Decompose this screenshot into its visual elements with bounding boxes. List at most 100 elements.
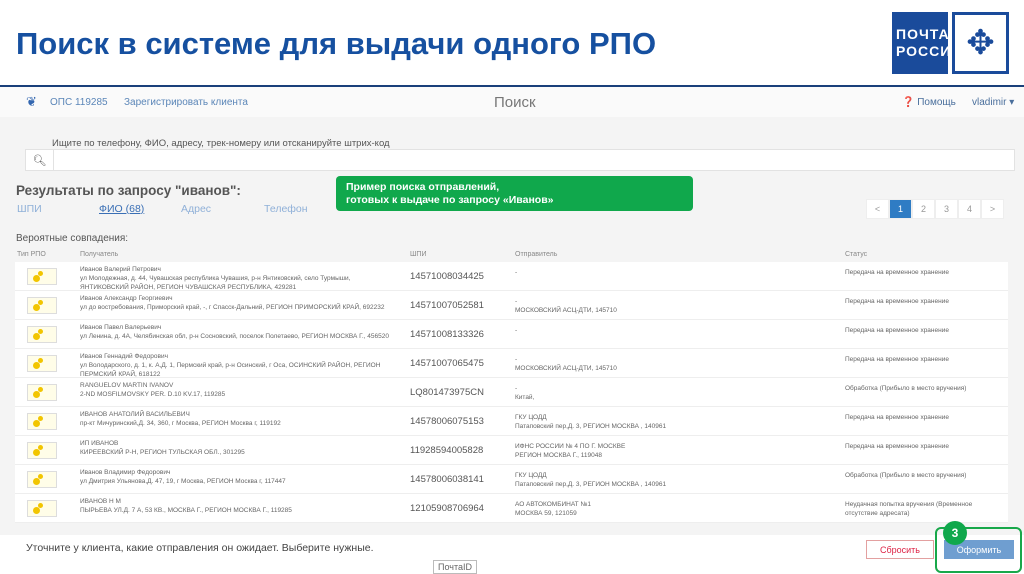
sender-address: МОСКВА 59, 121059 bbox=[515, 510, 577, 517]
sender-address: МОСКОВСКИЙ АСЦ-ДТИ, 145710 bbox=[515, 307, 617, 314]
table-row[interactable]: Иванов Павел Валерьевич ул Ленина, д. 4А,… bbox=[15, 320, 1008, 349]
results-heading: Результаты по запросу "иванов": bbox=[16, 183, 241, 198]
sender-address: Китай, bbox=[515, 394, 535, 401]
recipient-name: RANGUELOV MARTIN IVANOV bbox=[80, 382, 174, 389]
recipient-address: пр-кт Мичуринский,Д. 34, 360, г Москва, … bbox=[80, 420, 281, 427]
recipient-address: ул до востребования, Приморский край, -,… bbox=[80, 304, 385, 311]
eagle-emblem-icon: ✥ bbox=[952, 12, 1009, 74]
page-4[interactable]: 4 bbox=[958, 199, 981, 219]
ops-link[interactable]: ОПС 119285 bbox=[50, 97, 108, 108]
eagle-icon: ❦ bbox=[26, 94, 37, 109]
page-prev[interactable]: < bbox=[866, 199, 889, 219]
table-row[interactable]: Иванов Александр Георгиевич ул до востреб… bbox=[15, 291, 1008, 320]
user-menu[interactable]: vladimir ▾ bbox=[972, 97, 1014, 108]
page-3[interactable]: 3 bbox=[935, 199, 958, 219]
sender-name: ГКУ ЦОДД bbox=[515, 414, 547, 421]
recipient-name: ИВАНОВ Н М bbox=[80, 498, 121, 505]
page-2[interactable]: 2 bbox=[912, 199, 935, 219]
sender-address: РЕГИОН МОСКВА Г., 119048 bbox=[515, 452, 602, 459]
recipient-name: ИВАНОВ АНАТОЛИЙ ВАСИЛЬЕВИЧ bbox=[80, 411, 190, 418]
sender-name: - bbox=[515, 298, 518, 305]
search-input[interactable] bbox=[54, 150, 1014, 170]
tab-shpi[interactable]: ШПИ bbox=[17, 203, 42, 215]
col-track: ШПИ bbox=[410, 251, 427, 258]
search-hint: Ищите по телефону, ФИО, адресу, трек-ном… bbox=[52, 138, 390, 149]
results-table: Иванов Валерий Петрович ул Молодежная, д.… bbox=[15, 262, 1008, 523]
track-number: 14571008133326 bbox=[410, 329, 484, 340]
sender-name: - bbox=[515, 356, 518, 363]
sender-name: - bbox=[515, 327, 518, 334]
status: Передача на временное хранение bbox=[845, 269, 949, 276]
recipient-name: Иванов Павел Валерьевич bbox=[80, 324, 162, 331]
sender-address: МОСКОВСКИЙ АСЦ-ДТИ, 145710 bbox=[515, 365, 617, 372]
bottom-bar: Уточните у клиента, какие отправления он… bbox=[0, 535, 1024, 574]
track-number: 11928594005828 bbox=[410, 445, 484, 456]
table-row[interactable]: Иванов Геннадий Федорович ул Володарского… bbox=[15, 349, 1008, 378]
top-nav: ❦ ОПС 119285 Зарегистрировать клиента По… bbox=[0, 87, 1024, 117]
recipient-address: ул Володарского, д. 1, к. А,Д. 1, Пермск… bbox=[80, 362, 381, 378]
sender-address: Патаповский пер,Д. 3, РЕГИОН МОСКВА , 14… bbox=[515, 481, 667, 488]
parcel-type-icon bbox=[27, 471, 57, 488]
recipient-name: Иванов Валерий Петрович bbox=[80, 266, 161, 273]
pochta-rossii-logo: ПОЧТА РОССИИ ✥ bbox=[892, 12, 1009, 74]
parcel-type-icon bbox=[27, 500, 57, 517]
recipient-address: ул Молодежная, д. 44, Чувашская республи… bbox=[80, 275, 351, 291]
step-badge: 3 bbox=[943, 521, 967, 545]
track-number: 14578006075153 bbox=[410, 416, 484, 427]
table-row[interactable]: ИВАНОВ Н М ПЫРЬЕВА УЛ.Д. 7 А, 53 КВ., МОС… bbox=[15, 494, 1008, 523]
recipient-name: Иванов Александр Георгиевич bbox=[80, 295, 173, 302]
status: Передача на временное хранение bbox=[845, 443, 949, 450]
tab-phone[interactable]: Телефон bbox=[264, 203, 308, 215]
track-number: 14571007065475 bbox=[410, 358, 484, 369]
tab-fio[interactable]: ФИО (68) bbox=[99, 203, 144, 215]
status: Передача на временное хранение bbox=[845, 298, 949, 305]
help-link[interactable]: ❓ Помощь bbox=[902, 97, 956, 108]
col-status: Статус bbox=[845, 251, 868, 258]
recipient-address: ул Ленина, д. 4А, Челябинская обл, р-н С… bbox=[80, 333, 389, 340]
recipient-name: Иванов Геннадий Федорович bbox=[80, 353, 169, 360]
annotation-callout: Пример поиска отправлений, готовых к выд… bbox=[336, 176, 693, 211]
instruction-text: Уточните у клиента, какие отправления он… bbox=[26, 542, 374, 554]
col-recipient: Получатель bbox=[80, 251, 119, 258]
search-icon[interactable]: 🔍︎ bbox=[26, 150, 54, 170]
help-icon: ❓ bbox=[902, 97, 918, 108]
recipient-address: ул Дмитрия Ульянова,Д. 47, 19, г Москва,… bbox=[80, 478, 286, 485]
parcel-type-icon bbox=[27, 297, 57, 314]
table-row[interactable]: RANGUELOV MARTIN IVANOV 2-ND MOSFILMOVSKY… bbox=[15, 378, 1008, 407]
status: Передача на временное хранение bbox=[845, 414, 949, 421]
parcel-type-icon bbox=[27, 268, 57, 285]
sender-name: - bbox=[515, 385, 518, 392]
sender-name: АО АВТОКОМБИНАТ №1 bbox=[515, 501, 592, 508]
page-title: Поиск bbox=[494, 94, 536, 111]
status: Неудачная попытка вручения (Временное от… bbox=[845, 501, 973, 517]
pagination: < 1 2 3 4 > bbox=[866, 199, 1004, 219]
sender-name: - bbox=[515, 269, 518, 276]
sender-name: ГКУ ЦОДД bbox=[515, 472, 547, 479]
status: Передача на временное хранение bbox=[845, 327, 949, 334]
status: Передача на временное хранение bbox=[845, 356, 949, 363]
recipient-address: ПЫРЬЕВА УЛ.Д. 7 А, 53 КВ., МОСКВА Г., РЕ… bbox=[80, 507, 292, 514]
sender-name: ИФНС РОССИИ № 4 ПО Г. МОСКВЕ bbox=[515, 443, 626, 450]
col-type: Тип РПО bbox=[17, 251, 46, 258]
app-window: ❦ ОПС 119285 Зарегистрировать клиента По… bbox=[0, 87, 1024, 574]
table-row[interactable]: ИП ИВАНОВ КИРЕЕВСКИЙ Р-Н, РЕГИОН ТУЛЬСКАЯ… bbox=[15, 436, 1008, 465]
recipient-name: Иванов Владимир Федорович bbox=[80, 469, 171, 476]
track-number: 14571008034425 bbox=[410, 271, 484, 282]
parcel-type-icon bbox=[27, 442, 57, 459]
table-row[interactable]: Иванов Владимир Федорович ул Дмитрия Улья… bbox=[15, 465, 1008, 494]
page-1[interactable]: 1 bbox=[889, 199, 912, 219]
table-row[interactable]: Иванов Валерий Петрович ул Молодежная, д.… bbox=[15, 262, 1008, 291]
reset-button[interactable]: Сбросить bbox=[866, 540, 934, 559]
register-client-link[interactable]: Зарегистрировать клиента bbox=[124, 97, 248, 108]
track-number: 14571007052581 bbox=[410, 300, 484, 311]
table-row[interactable]: ИВАНОВ АНАТОЛИЙ ВАСИЛЬЕВИЧ пр-кт Мичуринс… bbox=[15, 407, 1008, 436]
parcel-type-icon bbox=[27, 384, 57, 401]
probable-matches-label: Вероятные совпадения: bbox=[16, 233, 129, 244]
tab-address[interactable]: Адрес bbox=[181, 203, 211, 215]
search-box: 🔍︎ bbox=[25, 149, 1015, 171]
slide-title: Поиск в системе для выдачи одного РПО bbox=[16, 26, 657, 61]
parcel-type-icon bbox=[27, 413, 57, 430]
parcel-type-icon bbox=[27, 355, 57, 372]
page-next[interactable]: > bbox=[981, 199, 1004, 219]
pochta-id-label: ПочтаID bbox=[433, 560, 477, 574]
